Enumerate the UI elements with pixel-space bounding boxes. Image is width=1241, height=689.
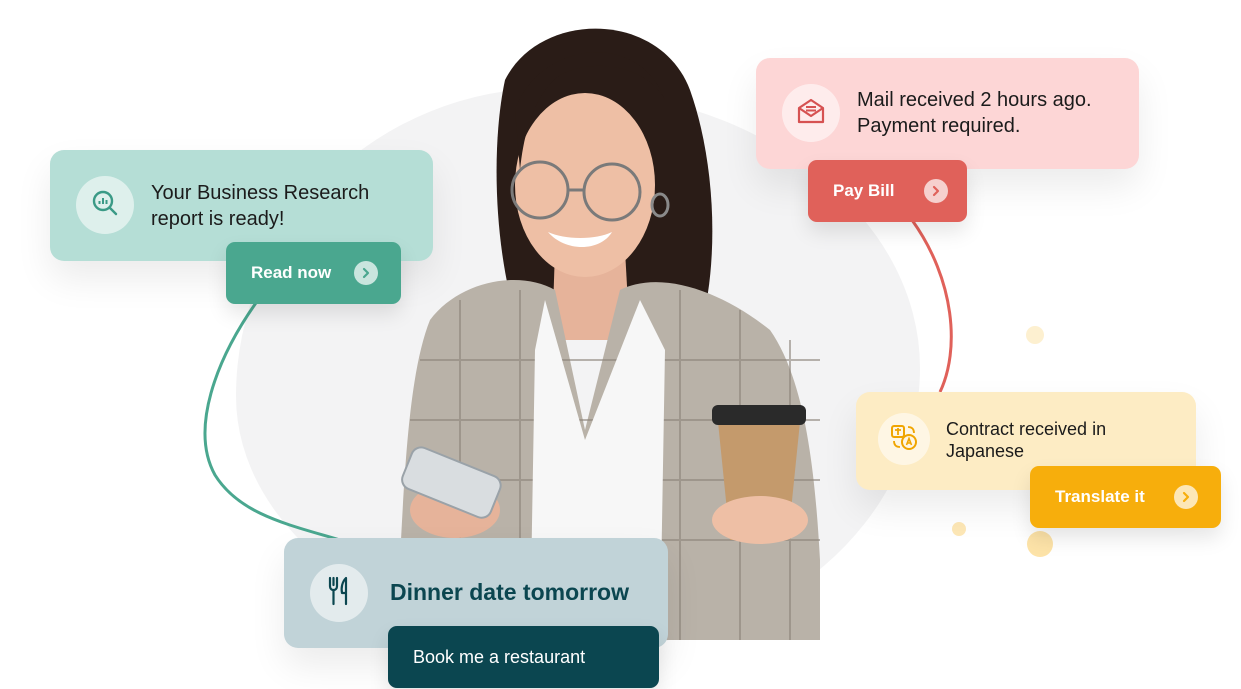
book-restaurant-button[interactable]: Book me a restaurant: [388, 626, 659, 688]
contract-message-line1: Contract received in: [946, 419, 1107, 439]
research-icon-badge: [76, 176, 134, 234]
read-now-button[interactable]: Read now: [226, 242, 401, 304]
translate-it-button[interactable]: Translate it: [1030, 466, 1221, 528]
hero-stage: Your Business Research report is ready! …: [0, 0, 1241, 689]
chevron-right-icon: [924, 179, 948, 203]
mail-message-line2: Payment required.: [857, 115, 1021, 137]
read-now-label: Read now: [251, 263, 332, 282]
dinner-title: Dinner date tomorrow: [390, 579, 629, 605]
search-chart-icon: [91, 189, 119, 222]
fork-knife-icon: [325, 576, 353, 611]
envelope-icon: [796, 96, 826, 131]
research-message-line2: report is ready!: [151, 208, 285, 230]
contract-message-line2: Japanese: [946, 441, 1025, 461]
book-restaurant-label: Book me a restaurant: [413, 647, 586, 667]
research-message-line1: Your Business Research: [151, 182, 370, 204]
mail-icon-badge: [782, 84, 840, 142]
dinner-icon-badge: [310, 564, 368, 622]
pay-bill-button[interactable]: Pay Bill: [808, 160, 967, 222]
pay-bill-label: Pay Bill: [833, 181, 895, 200]
chevron-right-icon: [1174, 485, 1198, 509]
translate-icon: [890, 423, 918, 456]
mail-message-line1: Mail received 2 hours ago.: [857, 89, 1092, 111]
translate-it-label: Translate it: [1055, 487, 1145, 506]
mail-notification-card: Mail received 2 hours ago. Payment requi…: [756, 58, 1139, 169]
chevron-right-icon: [354, 261, 378, 285]
research-message: Your Business Research report is ready!: [151, 180, 369, 232]
contract-icon-badge: [878, 413, 930, 465]
mail-message: Mail received 2 hours ago. Payment requi…: [857, 87, 1092, 139]
contract-message: Contract received in Japanese: [946, 418, 1106, 462]
